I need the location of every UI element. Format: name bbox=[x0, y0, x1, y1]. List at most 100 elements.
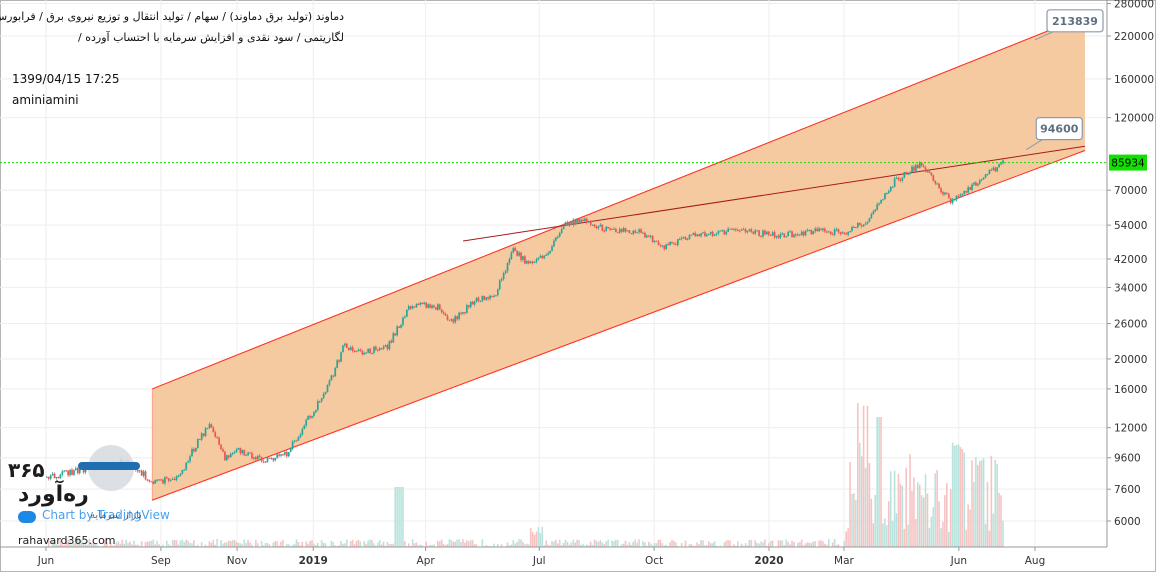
volume-bar bbox=[555, 540, 557, 547]
candle-body bbox=[956, 196, 958, 200]
volume-bar bbox=[255, 540, 257, 547]
candle-body bbox=[172, 479, 174, 480]
candle-body bbox=[50, 475, 52, 478]
candle-body bbox=[325, 392, 327, 394]
volume-bar bbox=[174, 540, 176, 547]
candle-body bbox=[524, 256, 526, 263]
candle-body bbox=[1002, 160, 1004, 163]
candle-body bbox=[478, 298, 480, 301]
volume-bar bbox=[576, 540, 578, 547]
chart-subtitle: لگاریتمی / سود نقدی و افزایش سرمایه با ا… bbox=[78, 31, 344, 44]
volume-bar bbox=[402, 487, 404, 547]
candle-body bbox=[600, 225, 602, 227]
candle-body bbox=[212, 428, 214, 433]
volume-bar bbox=[350, 541, 352, 547]
volume-bar bbox=[925, 474, 927, 547]
volume-bar bbox=[243, 540, 245, 547]
volume-bar bbox=[629, 542, 631, 547]
volume-bar bbox=[181, 540, 183, 547]
candle-body bbox=[694, 233, 696, 236]
candle-body bbox=[301, 429, 303, 435]
candle-body bbox=[710, 232, 712, 234]
y-tick-label: 9600 bbox=[1114, 453, 1141, 465]
candle-body bbox=[704, 232, 706, 236]
candle-body bbox=[532, 262, 534, 263]
candle-body bbox=[936, 184, 938, 185]
candle-body bbox=[890, 187, 892, 191]
candle-body bbox=[696, 234, 698, 236]
candle-body bbox=[381, 348, 383, 349]
candle-body bbox=[253, 457, 255, 458]
volume-bar bbox=[960, 447, 962, 547]
candle-body bbox=[385, 345, 387, 347]
volume-bar bbox=[712, 543, 714, 547]
candle-body bbox=[749, 229, 751, 231]
candle-body bbox=[241, 450, 243, 453]
volume-bar bbox=[756, 543, 758, 547]
candle-body bbox=[181, 470, 183, 474]
volume-bar bbox=[187, 541, 189, 547]
volume-bar bbox=[832, 542, 834, 547]
candle-body bbox=[329, 381, 331, 385]
candle-body bbox=[681, 238, 683, 239]
volume-bar bbox=[538, 527, 540, 547]
candle-body bbox=[648, 236, 650, 237]
candle-body bbox=[975, 182, 977, 185]
volume-bar bbox=[507, 543, 509, 547]
candle-body bbox=[793, 234, 795, 237]
volume-bar bbox=[973, 482, 975, 547]
candle-body bbox=[700, 233, 702, 236]
volume-bar bbox=[367, 541, 369, 547]
candle-body bbox=[940, 188, 942, 192]
volume-bar bbox=[923, 497, 925, 547]
volume-bar bbox=[658, 540, 660, 547]
candle-body bbox=[578, 219, 580, 222]
volume-bar bbox=[938, 501, 940, 547]
volume-bar bbox=[379, 540, 381, 547]
candle-body bbox=[590, 221, 592, 225]
candle-body bbox=[518, 253, 520, 256]
volume-bar bbox=[172, 540, 174, 547]
volume-bar bbox=[276, 541, 278, 547]
candle-body bbox=[408, 306, 410, 309]
y-tick-label: 34000 bbox=[1114, 282, 1147, 294]
volume-bar bbox=[228, 541, 230, 547]
volume-bar bbox=[602, 542, 604, 547]
candle-body bbox=[367, 349, 369, 353]
volume-bar bbox=[911, 491, 913, 547]
volume-bar bbox=[532, 532, 534, 547]
candle-body bbox=[162, 480, 164, 484]
candle-body bbox=[429, 304, 431, 308]
volume-bar bbox=[787, 542, 789, 547]
candle-body bbox=[54, 474, 56, 478]
volume-bar bbox=[967, 504, 969, 547]
candle-body bbox=[754, 231, 756, 234]
candle-body bbox=[512, 248, 514, 253]
candle-body bbox=[154, 480, 156, 484]
candle-body bbox=[952, 200, 954, 203]
volume-bar bbox=[865, 468, 867, 547]
volume-bar bbox=[863, 406, 865, 547]
y-axis: 6000760096001200016000200002600034000420… bbox=[1107, 0, 1154, 547]
volume-bar bbox=[880, 417, 882, 547]
candle-body bbox=[919, 162, 921, 168]
candle-body bbox=[965, 191, 967, 193]
candle-body bbox=[946, 193, 948, 194]
candle-body bbox=[861, 225, 863, 226]
candle-body bbox=[683, 237, 685, 238]
volume-bar bbox=[212, 540, 214, 547]
volume-bar bbox=[915, 519, 917, 547]
volume-bar bbox=[878, 417, 880, 547]
candle-body bbox=[156, 480, 158, 481]
candle-body bbox=[166, 477, 168, 478]
candle-body bbox=[520, 253, 522, 260]
candle-body bbox=[768, 232, 770, 235]
candle-body bbox=[180, 474, 182, 476]
candle-body bbox=[938, 184, 940, 189]
volume-bar bbox=[596, 541, 598, 547]
volume-bar bbox=[886, 525, 888, 547]
candle-body bbox=[803, 232, 805, 236]
volume-bar bbox=[574, 543, 576, 547]
volume-bar bbox=[963, 453, 965, 547]
volume-bar bbox=[861, 456, 863, 547]
